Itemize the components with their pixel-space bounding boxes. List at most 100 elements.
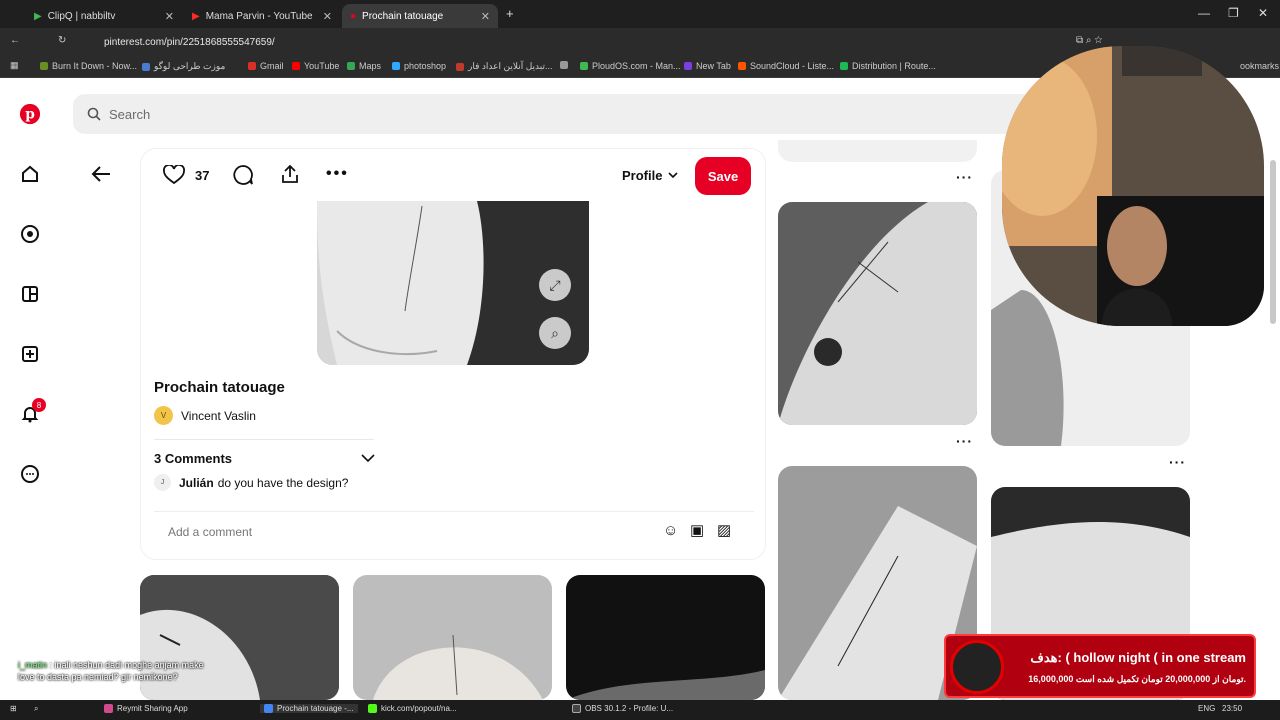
home-icon[interactable] bbox=[18, 162, 42, 186]
tab-label: Mama Parvin - YouTube bbox=[205, 10, 313, 22]
comment-author[interactable]: Julián bbox=[179, 476, 214, 490]
back-icon[interactable]: ← bbox=[10, 35, 20, 46]
webcam-overlay bbox=[1002, 46, 1264, 326]
search-input[interactable]: Search bbox=[109, 107, 150, 122]
left-nav-rail: p 8 bbox=[0, 78, 60, 698]
taskbar-item[interactable]: Prochain tatouage -... bbox=[260, 704, 358, 713]
related-pin-thumbnail[interactable] bbox=[566, 575, 765, 700]
like-count: 37 bbox=[195, 168, 210, 183]
comments-header[interactable]: 3 Comments bbox=[154, 451, 232, 466]
author-name: Vincent Vaslin bbox=[181, 408, 256, 423]
pinterest-logo-icon[interactable]: p bbox=[18, 102, 42, 126]
pin-detail-card: 37 ••• Profile Save ⤢ ⌕ Prochain tatouag… bbox=[140, 148, 766, 560]
language-indicator[interactable]: ENG bbox=[1198, 704, 1215, 713]
bookmark-item[interactable]: photoshop bbox=[392, 61, 446, 71]
bookmark-item[interactable]: PloudOS.com - Man... bbox=[580, 61, 681, 71]
heart-icon[interactable] bbox=[163, 164, 185, 190]
bookmark-item[interactable]: YouTube bbox=[292, 61, 339, 71]
browser-tab-bar: ▶ ClipQ | nabbiltv ✕ ▶ Mama Parvin - You… bbox=[0, 0, 1280, 28]
visual-search-icon[interactable]: ⌕ bbox=[539, 317, 571, 349]
bookmark-item[interactable] bbox=[560, 61, 568, 69]
profile-label: Profile bbox=[622, 168, 663, 183]
bookmark-item[interactable]: Distribution | Route... bbox=[840, 61, 936, 71]
create-icon[interactable] bbox=[18, 342, 42, 366]
tab-label: ClipQ | nabbiltv bbox=[47, 10, 116, 22]
taskbar-item[interactable]: Reymit Sharing App bbox=[104, 704, 188, 713]
more-options-icon[interactable]: ··· bbox=[1169, 454, 1186, 470]
search-icon bbox=[87, 107, 101, 121]
explore-icon[interactable] bbox=[18, 222, 42, 246]
comment-text: do you have the design? bbox=[217, 475, 349, 490]
avatar: J bbox=[154, 474, 171, 491]
pinterest-icon: ● bbox=[350, 10, 357, 22]
close-window-icon[interactable]: ✕ bbox=[1258, 6, 1268, 20]
expand-icon[interactable]: ⤢ bbox=[539, 269, 571, 301]
apps-icon[interactable]: ▦ bbox=[10, 60, 19, 71]
boards-icon[interactable] bbox=[18, 282, 42, 306]
chevron-down-icon bbox=[668, 172, 679, 179]
related-pin-thumbnail[interactable] bbox=[353, 575, 552, 700]
new-tab-icon[interactable]: + bbox=[506, 6, 514, 21]
sharingan-icon bbox=[950, 640, 1004, 694]
tab-clipq[interactable]: ▶ ClipQ | nabbiltv ✕ bbox=[26, 4, 182, 28]
bookmark-item[interactable]: Burn It Down - Now... bbox=[40, 61, 137, 71]
bookmark-item[interactable]: موزت طراحی لوگو bbox=[142, 61, 225, 72]
comment-icon[interactable] bbox=[232, 164, 254, 191]
donation-goal-widget: هدف: ( hollow night ( in one stream 16,0… bbox=[944, 634, 1256, 698]
reload-icon[interactable]: ↻ bbox=[58, 35, 66, 46]
bookmarks-overflow[interactable]: ookmarks bbox=[1240, 61, 1279, 71]
messages-icon[interactable] bbox=[18, 462, 42, 486]
avatar: V bbox=[154, 406, 173, 425]
related-pin-thumbnail[interactable] bbox=[778, 140, 977, 162]
profile-dropdown[interactable]: Profile bbox=[622, 168, 679, 183]
author-divider bbox=[154, 439, 374, 440]
comments-count: 3 Comments bbox=[154, 451, 233, 466]
pin-image[interactable]: ⤢ ⌕ bbox=[317, 201, 589, 365]
bookmark-item[interactable]: New Tab bbox=[684, 61, 731, 71]
bookmark-item[interactable]: تبدیل آنلاین اعداد فار... bbox=[456, 61, 553, 72]
image-upload-icon[interactable]: ▨ bbox=[717, 521, 731, 539]
play-icon: ▶ bbox=[34, 10, 42, 22]
more-options-icon[interactable]: ••• bbox=[326, 165, 349, 183]
tab-youtube[interactable]: ▶ Mama Parvin - YouTube ✕ bbox=[184, 4, 340, 28]
bookmark-item[interactable]: Gmail bbox=[248, 61, 284, 71]
bookmark-item[interactable]: SoundCloud - Liste... bbox=[738, 61, 834, 71]
svg-text:p: p bbox=[25, 107, 35, 123]
clock[interactable]: 23:50 bbox=[1222, 704, 1242, 713]
taskbar-item[interactable]: OBS 30.1.2 - Profile: U... bbox=[572, 704, 673, 713]
author-row[interactable]: V Vincent Vaslin bbox=[154, 406, 256, 425]
share-icon[interactable] bbox=[279, 163, 301, 190]
emoji-icon[interactable]: ☺ bbox=[663, 522, 678, 539]
more-options-icon[interactable]: ··· bbox=[956, 169, 973, 185]
goal-title: هدف: ( hollow night ( in one stream bbox=[1030, 650, 1246, 665]
search-icon[interactable]: ⌕ bbox=[34, 704, 38, 714]
sticker-icon[interactable]: ▣ bbox=[690, 521, 704, 539]
minimize-icon[interactable]: — bbox=[1198, 6, 1210, 20]
save-button[interactable]: Save bbox=[695, 157, 751, 195]
url-field[interactable]: pinterest.com/pin/2251868555547659/ bbox=[104, 37, 275, 48]
youtube-icon: ▶ bbox=[192, 10, 200, 22]
notifications-badge: 8 bbox=[32, 398, 46, 412]
stream-chat-message: i_matin : inali neshun dadi moghe anjam … bbox=[18, 659, 218, 683]
search-bar[interactable]: Search bbox=[73, 94, 1033, 134]
related-pin-thumbnail[interactable] bbox=[778, 202, 977, 425]
add-comment-input[interactable]: Add a comment bbox=[168, 525, 252, 539]
close-tab-icon[interactable]: ✕ bbox=[165, 10, 174, 23]
back-arrow-icon[interactable] bbox=[90, 164, 112, 189]
maximize-icon[interactable]: ❐ bbox=[1228, 6, 1239, 20]
notifications-icon[interactable]: 8 bbox=[18, 398, 46, 426]
close-tab-icon[interactable]: ✕ bbox=[323, 10, 332, 23]
goal-progress: 16,000,000 تومان از 20,000,000 تومان تکم… bbox=[1028, 674, 1246, 684]
bookmark-item[interactable]: Maps bbox=[347, 61, 381, 71]
tab-pinterest[interactable]: ● Prochain tatouage ✕ bbox=[342, 4, 498, 28]
extensions-icon[interactable]: ⧉ ⌕ ☆ bbox=[1076, 35, 1102, 46]
chevron-down-icon[interactable] bbox=[361, 454, 375, 463]
comment-row: J Julián do you have the design? bbox=[154, 474, 348, 491]
page-scrollbar[interactable] bbox=[1270, 160, 1276, 324]
windows-start-icon[interactable]: ⊞ bbox=[10, 704, 17, 713]
close-tab-icon[interactable]: ✕ bbox=[481, 10, 490, 23]
more-options-icon[interactable]: ··· bbox=[956, 433, 973, 449]
taskbar-item[interactable]: kick.com/popout/na... bbox=[368, 704, 457, 713]
chat-username: i_matin bbox=[18, 660, 48, 670]
taskbar: ⊞ ⌕ Reymit Sharing App Prochain tatouage… bbox=[0, 700, 1280, 720]
